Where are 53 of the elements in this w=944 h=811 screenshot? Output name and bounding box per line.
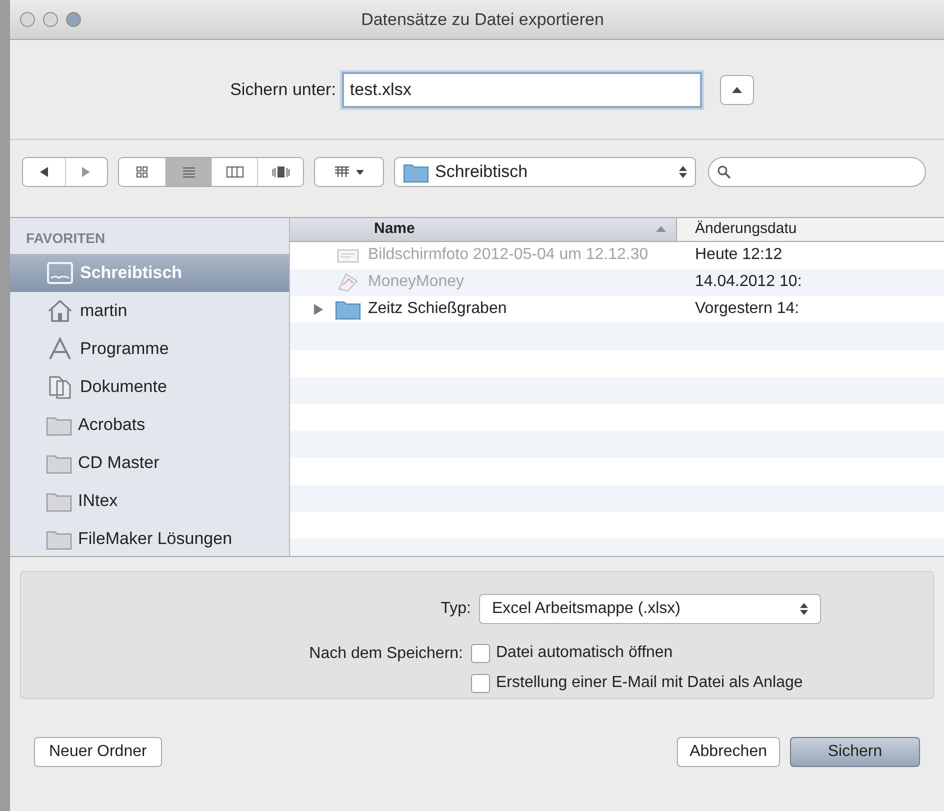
sidebar-item[interactable]: martin	[10, 292, 289, 330]
arrange-icon	[334, 165, 350, 179]
view-mode-button[interactable]	[165, 158, 211, 186]
view-mode-button[interactable]	[257, 158, 303, 186]
expand-button[interactable]	[720, 74, 754, 104]
disclosure-triangle-icon[interactable]	[314, 304, 322, 314]
file-row[interactable]: Zeitz Schießgraben Vorgestern 14:	[290, 296, 944, 322]
window-control-icon[interactable]	[20, 12, 35, 27]
desktop-icon	[46, 261, 74, 285]
updown-arrows-icon	[800, 603, 808, 615]
cancel-button[interactable]: Abbrechen	[676, 737, 780, 767]
sidebar-heading: FAVORITEN	[25, 229, 106, 248]
file-name-field[interactable]: test.xlsx	[342, 72, 702, 108]
sort-up-icon	[656, 226, 666, 232]
type-label: Typ:	[440, 599, 471, 619]
back-arrow-icon	[40, 167, 48, 177]
sidebar-item[interactable]: FileMaker Lösungen	[10, 520, 289, 558]
sidebar-item[interactable]: Programme	[10, 330, 289, 368]
caret-up-icon	[732, 86, 742, 92]
save-button[interactable]: Sichern	[790, 737, 920, 767]
app-icon	[336, 271, 360, 293]
window-control-icon[interactable]	[66, 12, 81, 27]
location-popup[interactable]: Schreibtisch	[394, 157, 696, 187]
file-name[interactable]: Zeitz Schießgraben	[368, 297, 507, 321]
window-control-icon[interactable]	[43, 12, 58, 27]
checkbox[interactable]	[471, 674, 490, 692]
column-header[interactable]: Änderungsdatu	[677, 218, 944, 240]
updown-arrows-icon	[679, 166, 687, 178]
window-title: Datensätze zu Datei exportieren	[361, 8, 604, 31]
sidebar-item[interactable]: CD Master	[10, 444, 289, 482]
caret-down-icon	[356, 170, 364, 174]
forward-arrow-icon	[82, 167, 90, 177]
modified-date: Vorgestern 14:	[694, 299, 800, 319]
modified-date: Heute 12:12	[694, 245, 782, 265]
list-icon	[180, 165, 196, 179]
checkbox[interactable]	[471, 644, 490, 662]
house-icon	[46, 299, 74, 323]
grid-icon	[134, 165, 150, 179]
checkbox-option[interactable]: Erstellung einer E-Mail mit Datei als Anlage	[471, 670, 803, 696]
cover-flow-icon	[270, 165, 290, 179]
sidebar-item[interactable]: Acrobats	[10, 406, 289, 444]
sidebar-item[interactable]: Dokumente	[10, 368, 289, 406]
save-as-label: Sichern unter:	[230, 78, 336, 101]
after-save-label: Nach dem Speichern:	[308, 644, 464, 664]
sidebar-item[interactable]: INtex	[10, 482, 289, 520]
arrange-button[interactable]	[314, 157, 384, 187]
modified-date: 14.04.2012 10:	[694, 272, 802, 292]
checkbox-option[interactable]: Datei automatisch öffnen	[471, 640, 803, 666]
search-icon	[717, 165, 731, 179]
file-type-popup[interactable]: Excel Arbeitsmappe (.xlsx)	[479, 594, 821, 624]
columns-icon	[226, 165, 244, 179]
new-folder-button[interactable]: Neuer Ordner	[34, 737, 162, 767]
search-field[interactable]	[708, 157, 926, 187]
